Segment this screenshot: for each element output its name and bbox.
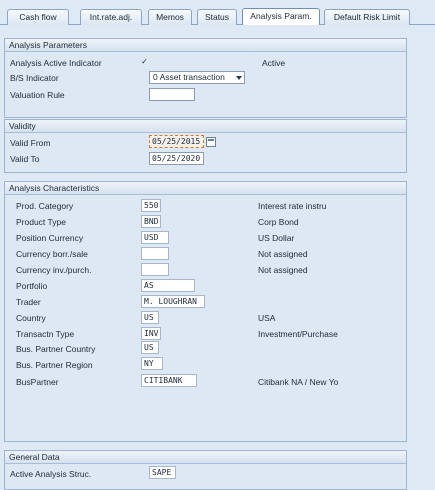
currency-inv-purch-label: Currency inv./purch.	[16, 265, 92, 275]
valuation-rule-field[interactable]	[149, 88, 195, 101]
product-type-desc: Corp Bond	[258, 217, 299, 227]
prod-category-label: Prod. Category	[16, 201, 74, 211]
tab-int-rate-adj[interactable]: Int.rate.adj.	[80, 9, 142, 25]
calendar-icon[interactable]	[206, 137, 216, 147]
country-desc: USA	[258, 313, 276, 323]
currency-borr-sale-label: Currency borr./sale	[16, 249, 88, 259]
currency-inv-purch-field[interactable]	[141, 263, 169, 276]
bus-partner-region-field[interactable]: NY	[141, 357, 163, 370]
bs-indicator-label: B/S Indicator	[10, 73, 59, 83]
group-title: Analysis Parameters	[5, 39, 406, 52]
transaction-type-field[interactable]: INV	[141, 327, 161, 340]
bus-partner-country-label: Bus. Partner Country	[16, 344, 96, 354]
group-title: Analysis Characteristics	[5, 182, 406, 195]
tab-cash-flow[interactable]: Cash flow	[7, 9, 69, 25]
trader-field[interactable]: M. LOUGHRAN	[141, 295, 205, 308]
product-type-field[interactable]: BND	[141, 215, 161, 228]
active-analysis-struc-field[interactable]: SAPE	[149, 466, 176, 479]
valid-from-field[interactable]: 05/25/2015	[149, 135, 204, 148]
bus-partner-country-field[interactable]: US	[141, 341, 159, 354]
valuation-rule-label: Valuation Rule	[10, 90, 65, 100]
group-title: General Data	[5, 451, 406, 464]
country-field[interactable]: US	[141, 311, 159, 324]
bs-indicator-value: 0 Asset transaction	[153, 72, 225, 82]
prod-category-field[interactable]: 550	[141, 199, 161, 212]
valid-from-label: Valid From	[10, 138, 51, 148]
tab-strip: Cash flow Int.rate.adj. Memos Status Ana…	[0, 0, 435, 25]
bus-partner-region-label: Bus. Partner Region	[16, 360, 93, 370]
portfolio-label: Portfolio	[16, 281, 48, 291]
bus-partner-desc: Citibank NA / New Yo	[258, 377, 339, 387]
tab-default-risk-limit[interactable]: Default Risk Limit	[324, 9, 410, 25]
group-title: Validity	[5, 120, 406, 133]
active-indicator-label: Analysis Active Indicator	[10, 58, 102, 68]
position-currency-label: Position Currency	[16, 233, 84, 243]
product-type-label: Product Type	[16, 217, 66, 227]
chevron-down-icon	[236, 76, 242, 80]
active-indicator-checkbox[interactable]: ✓	[140, 58, 149, 67]
country-label: Country	[16, 313, 46, 323]
bs-indicator-dropdown[interactable]: 0 Asset transaction	[149, 71, 245, 84]
active-analysis-struc-label: Active Analysis Struc.	[10, 469, 92, 479]
portfolio-field[interactable]: AS	[141, 279, 195, 292]
currency-inv-purch-desc: Not assigned	[258, 265, 308, 275]
valid-to-field[interactable]: 05/25/2020	[149, 152, 204, 165]
bus-partner-label: BusPartner	[16, 377, 59, 387]
transaction-type-desc: Investment/Purchase	[258, 329, 338, 339]
position-currency-desc: US Dollar	[258, 233, 295, 243]
tab-status[interactable]: Status	[197, 9, 237, 25]
active-text: Active	[262, 58, 286, 68]
trader-label: Trader	[16, 297, 41, 307]
valid-to-label: Valid To	[10, 154, 40, 164]
bus-partner-field[interactable]: CITIBANK	[141, 374, 197, 387]
tab-memos[interactable]: Memos	[148, 9, 192, 25]
position-currency-field[interactable]: USD	[141, 231, 169, 244]
currency-borr-sale-desc: Not assigned	[258, 249, 308, 259]
transaction-type-label: Transactn Type	[16, 329, 75, 339]
currency-borr-sale-field[interactable]	[141, 247, 169, 260]
prod-category-desc: Interest rate instru	[258, 201, 327, 211]
tab-analysis-param[interactable]: Analysis Param.	[242, 8, 320, 25]
